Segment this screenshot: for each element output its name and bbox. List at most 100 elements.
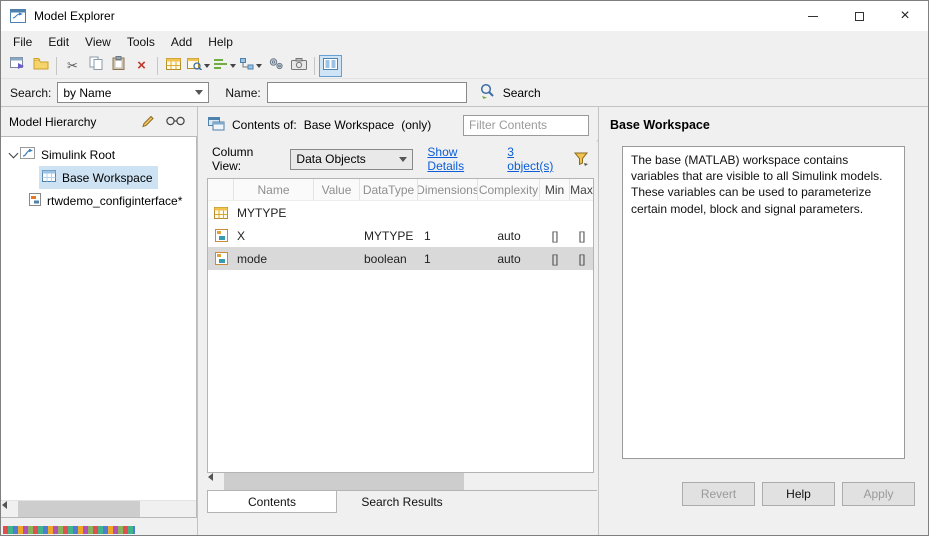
signal-object-icon [208,229,234,242]
cut-button[interactable]: ✂ [61,55,84,77]
table-search-icon [187,57,202,75]
close-button[interactable]: × [882,1,928,31]
toolbar: ✂ × [1,53,928,79]
sort-view-button[interactable] [212,55,238,77]
search-label: Search: [10,85,52,100]
tree-view-button[interactable] [238,55,264,77]
name-input[interactable] [266,82,467,103]
object-count-link[interactable]: 3 object(s) [507,145,560,173]
contents-panel: Contents of: Base Workspace (only) Colum… [202,107,813,535]
column-header-datatype[interactable]: DataType [360,179,418,200]
contents-horizontal-scrollbar[interactable] [207,473,813,490]
open-button[interactable] [29,55,52,77]
column-view-icon [323,57,338,75]
table-search-button[interactable] [185,55,212,77]
sidebar-item-base-workspace[interactable]: Base Workspace [1,166,196,189]
help-button[interactable]: Help [762,482,835,506]
gears-icon [268,57,284,75]
toolbar-separator [314,56,315,75]
contents-tabs: Contents Search Results [207,490,597,513]
clipboard-icon [112,56,125,75]
scroll-left-button[interactable] [1,501,18,517]
workspace-description: The base (MATLAB) workspace contains var… [622,146,905,459]
scroll-right-button[interactable] [179,501,607,517]
column-header-name[interactable]: Name [234,179,314,200]
maximize-icon [854,11,864,21]
scroll-right-button[interactable] [577,473,813,489]
chevron-down-icon [204,64,210,71]
cell-datatype: boolean [364,251,407,266]
table-icon [166,57,181,75]
search-button[interactable]: Search [479,83,541,102]
column-view-dropdown[interactable]: Data Objects [290,148,414,170]
detail-buttons: Revert Help Apply [682,482,915,506]
close-icon: × [900,7,910,24]
table-row[interactable]: MYTYPE [208,201,593,224]
column-header-icon [208,179,234,200]
column-view-row: Column View: Data Objects Show Details 3… [212,145,589,173]
settings-button[interactable] [264,55,287,77]
apply-button[interactable]: Apply [842,482,915,506]
menu-edit[interactable]: Edit [40,31,77,53]
paste-button[interactable] [107,55,130,77]
tab-search-results[interactable]: Search Results [337,491,467,513]
column-header-max[interactable]: Max [570,179,593,200]
view-glasses-icon[interactable] [166,115,185,129]
search-button-label: Search [502,85,541,100]
search-mode-dropdown[interactable]: by Name [57,82,210,103]
column-header-value[interactable]: Value [314,179,360,200]
tab-contents[interactable]: Contents [207,491,337,513]
scrollbar-thumb[interactable] [18,501,141,517]
column-header-complexity[interactable]: Complexity [478,179,540,200]
filter-button[interactable] [574,152,589,166]
edit-pencil-icon[interactable] [141,114,155,131]
camera-icon [290,57,307,75]
column-header-dimensions[interactable]: Dimensions [418,179,478,200]
menu-add[interactable]: Add [163,31,200,53]
window-controls: × [790,1,928,31]
column-view-button[interactable] [319,54,342,77]
scrollbar-track[interactable] [224,473,577,490]
cell-dimensions: 1 [424,228,431,243]
hierarchy-header: Model Hierarchy [1,107,197,137]
show-details-link[interactable]: Show Details [427,145,493,173]
hierarchy-horizontal-scrollbar[interactable] [1,500,607,517]
delete-x-icon: × [137,57,146,74]
new-model-button[interactable] [6,55,29,77]
search-mode-value: by Name [63,85,112,100]
sidebar-item-simulink-root[interactable]: Simulink Root [1,143,196,166]
menu-view[interactable]: View [77,31,119,53]
titlebar: Model Explorer × [1,1,928,31]
copy-icon [89,56,103,75]
menu-help[interactable]: Help [200,31,241,53]
minimize-icon [808,15,818,17]
filter-contents-input[interactable] [463,114,589,136]
table-row[interactable]: mode boolean 1 auto [] [] [208,247,593,270]
scroll-left-button[interactable] [207,473,224,489]
table-row[interactable]: X MYTYPE 1 auto [] [] [208,224,593,247]
menu-file[interactable]: File [5,31,40,53]
scissors-icon: ✂ [67,58,78,73]
column-view-value: Data Objects [296,152,366,166]
chevron-down-icon [256,64,262,71]
glitch-artifact [3,526,135,534]
signal-object-icon [208,252,234,265]
scrollbar-track[interactable] [18,501,179,517]
contents-header: Contents of: Base Workspace (only) [208,112,589,138]
add-table-button[interactable] [162,55,185,77]
column-header-min[interactable]: Min [540,179,570,200]
sidebar-item-rtwdemo-configinterface[interactable]: rtwdemo_configinterface* [1,135,607,212]
maximize-button[interactable] [836,1,882,31]
minimize-button[interactable] [790,1,836,31]
menu-tools[interactable]: Tools [119,31,163,53]
cell-name: mode [237,251,268,266]
window-title: Model Explorer [34,9,115,23]
copy-button[interactable] [84,55,107,77]
snapshot-button[interactable] [287,55,310,77]
workspace-grid-icon [42,170,56,185]
scrollbar-thumb[interactable] [224,473,465,490]
revert-button[interactable]: Revert [682,482,755,506]
menubar: File Edit View Tools Add Help [1,31,928,53]
delete-button[interactable]: × [130,55,153,77]
hierarchy-tools [141,114,197,131]
